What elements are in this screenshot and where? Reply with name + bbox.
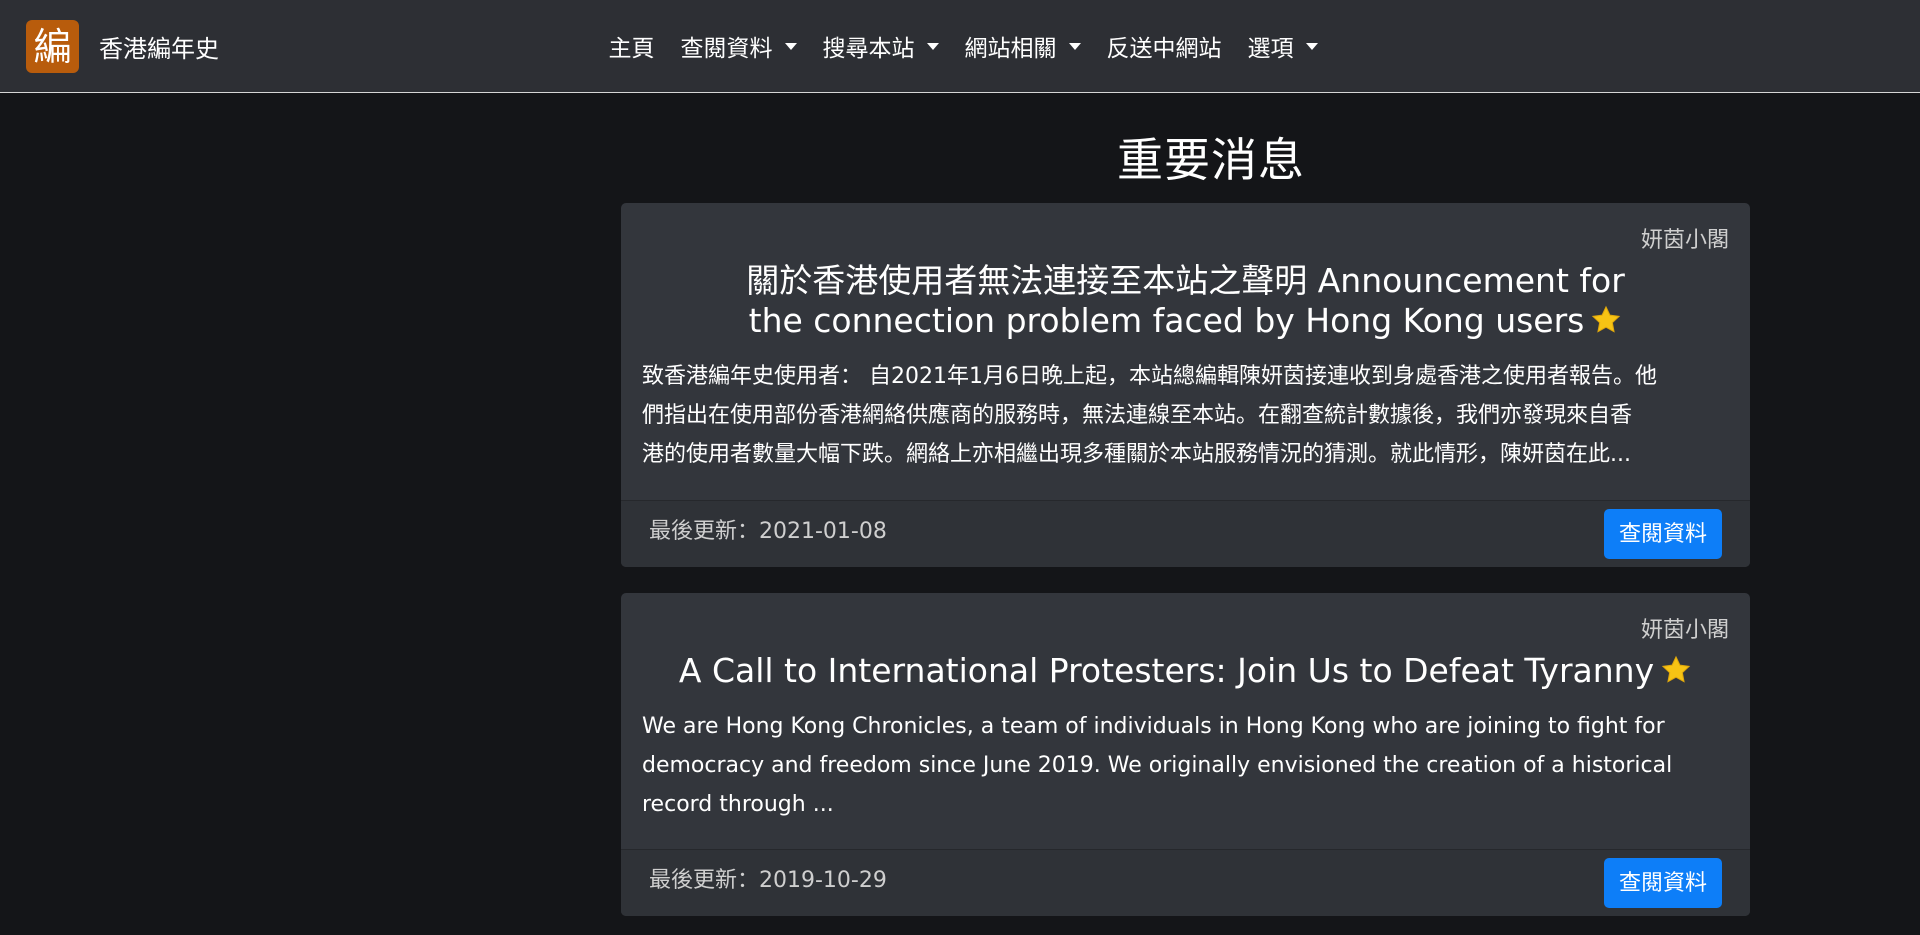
- card-author: 妍茵小閣: [1640, 618, 1729, 643]
- main-nav: 主頁 查閱資料 搜尋本站 網站相關 反送中網站 選項: [0, 0, 1920, 92]
- nav-item-home[interactable]: 主頁: [596, 29, 668, 63]
- card-title-text: 關於香港使用者無法連接至本站之聲明 Announcement for the c…: [746, 261, 1625, 340]
- chevron-down-icon: [1068, 42, 1081, 50]
- card-title-text: A Call to International Protesters: Join…: [678, 651, 1655, 690]
- chevron-down-icon: [926, 42, 939, 50]
- card-title: 關於香港使用者無法連接至本站之聲明 Announcement for the c…: [642, 261, 1729, 341]
- nav-item-site-related[interactable]: 網站相關: [952, 29, 1094, 63]
- card-text-line: record through ...: [642, 792, 834, 817]
- star-icon: [1592, 305, 1621, 333]
- nav-item-anti-elab-site[interactable]: 反送中網站: [1094, 29, 1235, 63]
- card-title: A Call to International Protesters: Join…: [642, 651, 1729, 691]
- card-author: 妍茵小閣: [1640, 228, 1729, 253]
- nav-item-label: 選項: [1247, 36, 1294, 62]
- last-updated: 最後更新：2019-10-29: [649, 868, 887, 893]
- section-title: 重要消息: [1117, 133, 1305, 187]
- card-text-line: democracy and freedom since June 2019. W…: [642, 753, 1673, 778]
- view-details-button[interactable]: 查閱資料: [1603, 509, 1722, 559]
- card-text-line: We are Hong Kong Chronicles, a team of i…: [642, 714, 1665, 739]
- card-body: 妍茵小閣 關於香港使用者無法連接至本站之聲明 Announcement for …: [621, 203, 1750, 474]
- main-content: 重要消息 妍茵小閣 關於香港使用者無法連接至本站之聲明 Announcement…: [621, 93, 1751, 916]
- card-text-line: 港的使用者數量大幅下跌。網絡上亦相繼出現多種關於本站服務情況的猜測。就此情形，陳…: [642, 442, 1631, 467]
- nav-item-label: 查閱資料: [680, 36, 773, 62]
- last-updated: 最後更新：2021-01-08: [649, 519, 887, 544]
- card-footer: 最後更新：2019-10-29 查閱資料: [621, 849, 1750, 916]
- card-footer: 最後更新：2021-01-08 查閱資料: [621, 500, 1750, 567]
- news-card: 妍茵小閣 關於香港使用者無法連接至本站之聲明 Announcement for …: [621, 203, 1750, 567]
- card-text: 致香港編年史使用者： 自2021年1月6日晚上起，本站總編輯陳妍茵接連收到身處香…: [642, 357, 1729, 474]
- news-card: 妍茵小閣 A Call to International Protesters:…: [621, 593, 1750, 916]
- card-text-line: 致香港編年史使用者： 自2021年1月6日晚上起，本站總編輯陳妍茵接連收到身處香…: [642, 364, 1657, 389]
- nav-item-label: 反送中網站: [1106, 36, 1222, 62]
- chevron-down-icon: [784, 42, 797, 50]
- card-text: We are Hong Kong Chronicles, a team of i…: [642, 707, 1729, 824]
- navbar: 編 香港編年史 主頁 查閱資料 搜尋本站 網站相關 反送中網站 選項: [0, 0, 1920, 93]
- nav-item-search[interactable]: 搜尋本站: [810, 29, 952, 63]
- nav-item-browse[interactable]: 查閱資料: [668, 29, 810, 63]
- card-body: 妍茵小閣 A Call to International Protesters:…: [621, 593, 1750, 824]
- nav-item-label: 網站相關: [964, 36, 1057, 62]
- card-text-line: 們指出在使用部份香港網絡供應商的服務時，無法連線至本站。在翻查統計數據後，我們亦…: [642, 403, 1633, 428]
- star-icon: [1661, 655, 1691, 683]
- view-details-button[interactable]: 查閱資料: [1603, 858, 1722, 908]
- nav-item-options[interactable]: 選項: [1235, 29, 1331, 63]
- nav-item-label: 主頁: [608, 36, 655, 62]
- nav-item-label: 搜尋本站: [822, 36, 915, 62]
- chevron-down-icon: [1305, 42, 1318, 50]
